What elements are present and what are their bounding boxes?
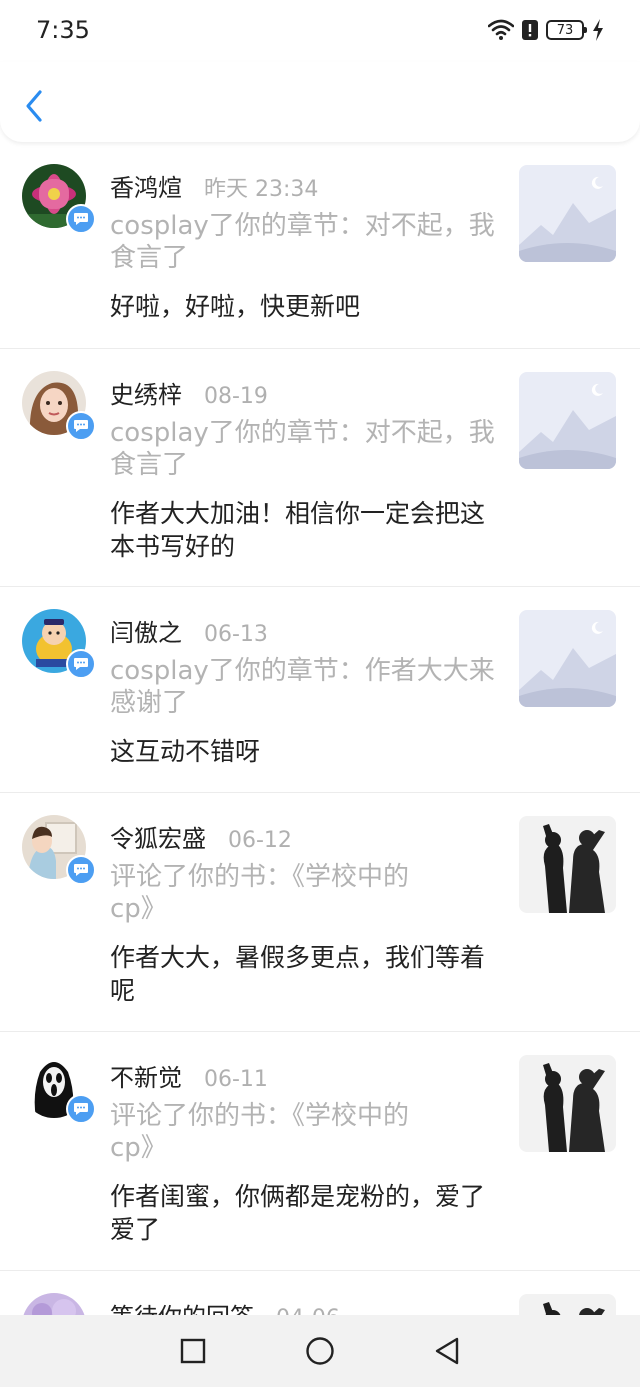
list-item[interactable]: 等待你的回答 04-06 [0,1271,640,1315]
name-row: 不新觉 06-11 [110,1058,268,1093]
avatar-wrap [22,609,96,679]
thumbnail[interactable] [519,1055,616,1152]
system-nav-bar [0,1315,640,1387]
avatar-wrap [22,164,96,234]
timestamp: 06-12 [228,828,292,853]
thumbnail[interactable] [519,372,616,469]
avatar-wrap [22,371,96,441]
square-icon [180,1338,206,1364]
user-name[interactable]: 不新觉 [110,1058,182,1093]
user-name[interactable]: 令狐宏盛 [110,819,206,854]
action-text: cosplay了你的章节：对不起，我食言了 [110,418,495,480]
status-icons: 73 [488,17,604,43]
name-row: 等待你的回答 04-06 [110,1297,340,1315]
thumbnail[interactable] [519,816,616,913]
comment-text: 作者大大加油！相信你一定会把这本书写好的 [110,499,486,561]
list-item[interactable]: 令狐宏盛 06-12 评论了你的书：《学校中的cp》 作者大大，暑假多更点，我们… [0,793,640,1032]
status-bar: 7:35 73 [0,0,640,62]
placeholder-image-icon [519,372,616,469]
battery-level: 73 [556,22,574,38]
user-name[interactable]: 香鸿煊 [110,168,182,203]
timestamp: 昨天 23:34 [204,177,319,202]
timestamp: 08-19 [204,384,268,409]
comment-text: 这互动不错呀 [110,737,261,766]
triangle-back-icon [435,1337,459,1365]
back-button[interactable] [22,88,48,124]
notification-list[interactable]: 香鸿煊 昨天 23:34 cosplay了你的章节：对不起，我食言了 好啦，好啦… [0,142,640,1315]
charging-icon [593,19,603,41]
chevron-left-icon [26,90,42,122]
comment-badge-icon [66,1094,96,1124]
avatar-wrap [22,815,96,885]
list-item[interactable]: 史绣梓 08-19 cosplay了你的章节：对不起，我食言了 作者大大加油！相… [0,349,640,587]
name-row: 闫傲之 06-13 [110,613,268,648]
user-name[interactable]: 闫傲之 [110,613,182,648]
thumbnail[interactable] [519,165,616,262]
header-bar [0,62,640,142]
avatar-wrap [22,1293,86,1315]
list-item[interactable]: 闫傲之 06-13 cosplay了你的章节：作者大大来感谢了 这互动不错呀 [0,587,640,793]
thumbnail[interactable] [519,1294,616,1315]
comment-text: 作者闺蜜，你俩都是宠粉的，爱了爱了 [110,1182,486,1244]
status-time: 7:35 [36,16,90,44]
timestamp: 04-06 [276,1306,340,1315]
timestamp: 06-13 [204,622,268,647]
action-text: 评论了你的书：《学校中的cp》 [110,1101,410,1163]
comment-badge-icon [66,411,96,441]
placeholder-image-icon [519,165,616,262]
avatar[interactable] [22,1293,86,1315]
thumbnail[interactable] [519,610,616,707]
comment-badge-icon [66,204,96,234]
list-item[interactable]: 不新觉 06-11 评论了你的书：《学校中的cp》 作者闺蜜，你俩都是宠粉的，爱… [0,1032,640,1271]
placeholder-image-icon [519,610,616,707]
circle-icon [306,1337,334,1365]
avatar-wrap [22,1054,96,1124]
home-button[interactable] [305,1336,335,1366]
name-row: 令狐宏盛 06-12 [110,819,292,854]
alert-icon [522,20,538,40]
comment-text: 好啦，好啦，快更新吧 [110,292,361,321]
timestamp: 06-11 [204,1067,268,1092]
book-cover-icon [519,1294,616,1315]
comment-badge-icon [66,855,96,885]
book-cover-icon [519,1055,616,1152]
action-text: cosplay了你的章节：作者大大来感谢了 [110,656,495,718]
name-row: 香鸿煊 昨天 23:34 [110,168,318,203]
recent-apps-button[interactable] [178,1336,208,1366]
comment-badge-icon [66,649,96,679]
name-row: 史绣梓 08-19 [110,375,268,410]
wifi-icon [488,19,514,40]
list-item[interactable]: 香鸿煊 昨天 23:34 cosplay了你的章节：对不起，我食言了 好啦，好啦… [0,142,640,349]
comment-text: 作者大大，暑假多更点，我们等着呢 [110,943,486,1005]
user-name[interactable]: 史绣梓 [110,375,182,410]
system-back-button[interactable] [432,1336,462,1366]
action-text: 评论了你的书：《学校中的cp》 [110,862,410,924]
user-name[interactable]: 等待你的回答 [110,1297,254,1315]
book-cover-icon [519,816,616,913]
action-text: cosplay了你的章节：对不起，我食言了 [110,211,495,273]
battery-icon: 73 [546,20,587,40]
